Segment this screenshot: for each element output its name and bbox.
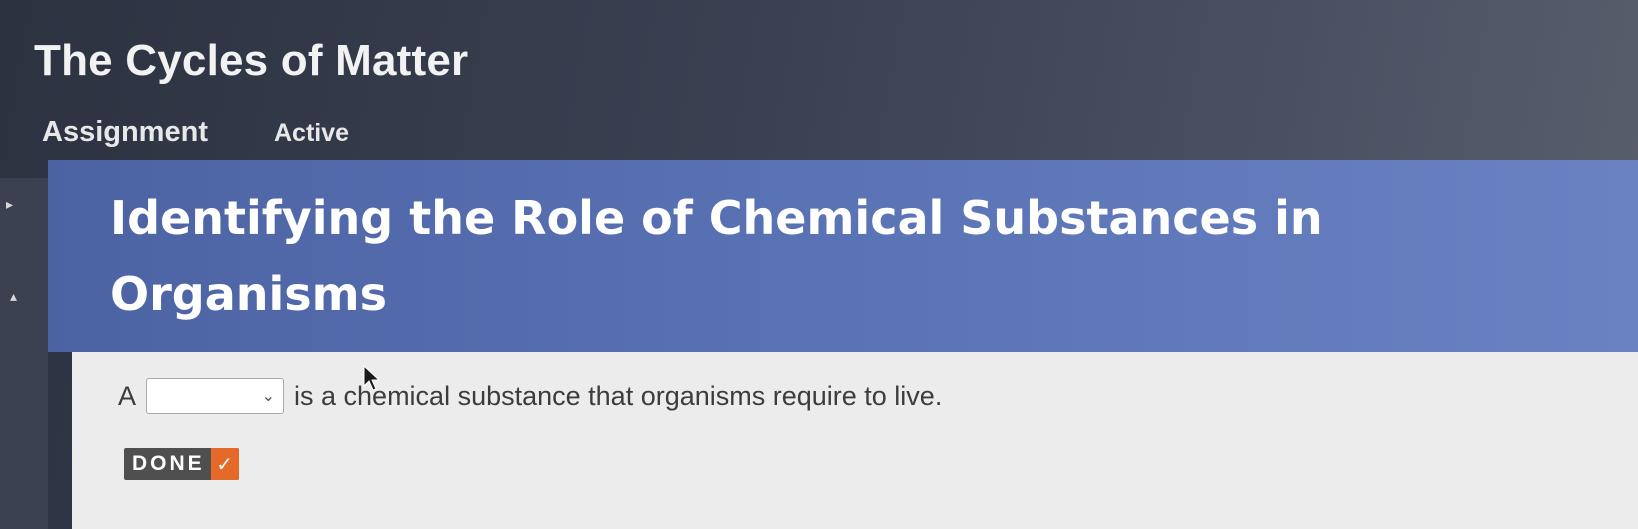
question-panel: A ⌄ is a chemical substance that organis… — [72, 352, 1638, 529]
assignment-title: The Cycles of Matter — [34, 36, 469, 85]
question-sentence: A ⌄ is a chemical substance that organis… — [118, 378, 942, 414]
done-button-label: DONE — [132, 452, 205, 475]
assignment-type-label: Assignment — [42, 116, 208, 148]
question-prefix: A — [118, 380, 137, 411]
check-icon: ✓ — [210, 448, 239, 480]
assignment-screen: The Cycles of Matter Assignment Active ▸… — [0, 0, 1638, 529]
assignment-status: Active — [273, 119, 350, 147]
side-navigation-strip: ▸ ▴ — [0, 178, 48, 529]
assignment-meta: Assignment Active — [42, 116, 349, 149]
lesson-title: Identifying the Role of Chemical Substan… — [110, 191, 1323, 321]
question-suffix: is a chemical substance that organisms r… — [294, 380, 943, 411]
answer-dropdown[interactable]: ⌄ — [146, 378, 285, 414]
side-marker-icon: ▴ — [10, 288, 18, 304]
mouse-cursor-icon — [363, 364, 381, 391]
lesson-heading-band: Identifying the Role of Chemical Substan… — [48, 160, 1638, 352]
done-button[interactable]: DONE ✓ — [124, 448, 239, 480]
chevron-down-icon: ⌄ — [261, 388, 276, 405]
side-marker-icon: ▸ — [6, 196, 14, 212]
